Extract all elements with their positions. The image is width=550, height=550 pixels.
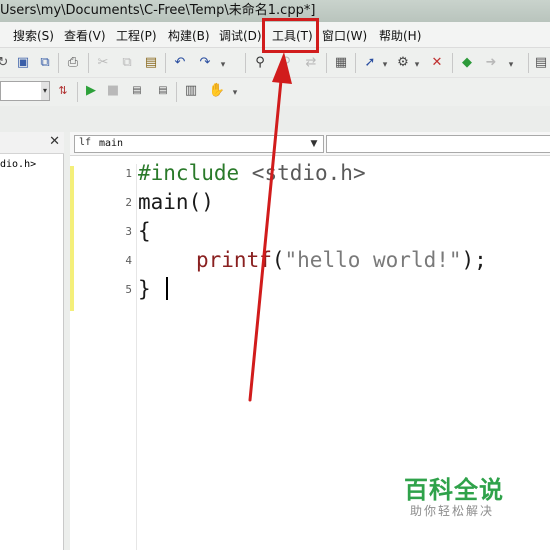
menu-debug[interactable]: 调试(D) bbox=[219, 27, 262, 44]
toolbar-separator bbox=[355, 53, 356, 73]
toolbar-separator bbox=[165, 53, 166, 73]
function-combo[interactable]: lf main ▼ bbox=[74, 135, 324, 153]
paren-token: ( bbox=[271, 248, 285, 272]
chevron-down-icon[interactable]: ▾ bbox=[41, 82, 49, 100]
code-editor[interactable]: 1 2 3 4 5 #include <stdio.h> main() { pr… bbox=[70, 156, 550, 550]
file-panel-header: ✕ bbox=[0, 132, 64, 154]
delete-bookmark-icon[interactable]: ✕ bbox=[428, 54, 446, 72]
line-number: 2 bbox=[125, 196, 132, 209]
compile-icon[interactable]: ⇅ bbox=[54, 82, 72, 100]
print-icon[interactable]: ⎙ bbox=[64, 54, 82, 72]
options-icon[interactable]: ▥ bbox=[182, 82, 200, 100]
forward-icon[interactable]: ➜ bbox=[482, 54, 500, 72]
menu-project[interactable]: 工程(P) bbox=[116, 27, 157, 44]
function-token: printf bbox=[196, 248, 272, 272]
toolbar-separator bbox=[77, 82, 78, 102]
copy-icon[interactable]: ⧉ bbox=[118, 54, 136, 72]
chevron-down-icon[interactable]: ▼ bbox=[307, 136, 321, 152]
find-next-icon[interactable]: ⚲ bbox=[277, 54, 295, 72]
menu-help[interactable]: 帮助(H) bbox=[379, 27, 421, 44]
toolbar-separator bbox=[326, 53, 327, 73]
preprocessor-token: #include bbox=[138, 161, 240, 185]
watermark-title: 百科全说 bbox=[404, 476, 504, 504]
toolbar-separator bbox=[88, 53, 89, 73]
editor-navigation-bar: lf main ▼ bbox=[70, 132, 550, 156]
replace-icon[interactable]: ⇄ bbox=[302, 54, 320, 72]
run-icon[interactable]: ▶ bbox=[82, 82, 100, 100]
toolbar-separator bbox=[452, 53, 453, 73]
line-number: 3 bbox=[125, 225, 132, 238]
code-line: #include <stdio.h> bbox=[138, 161, 366, 185]
rebuild-icon[interactable]: ▤ bbox=[154, 82, 172, 100]
chevron-down-icon[interactable]: ▾ bbox=[502, 56, 520, 74]
save-all-icon[interactable]: ⧉ bbox=[36, 54, 54, 72]
build-toolbar: ▾ ⇅ ▶ ■ ▤ ▤ ▥ ✋ ▾ bbox=[0, 78, 550, 106]
code-line: } bbox=[138, 277, 151, 301]
line-number: 1 bbox=[125, 167, 132, 180]
menu-search[interactable]: 搜索(S) bbox=[13, 27, 54, 44]
menu-build[interactable]: 构建(B) bbox=[168, 27, 210, 44]
menu-view[interactable]: 查看(V) bbox=[64, 27, 106, 44]
function-name: main bbox=[99, 138, 124, 149]
chevron-down-icon[interactable]: ▾ bbox=[376, 56, 394, 74]
file-panel: ✕ dio.h> bbox=[0, 132, 64, 550]
chevron-down-icon[interactable]: ▾ bbox=[214, 56, 232, 74]
find-icon[interactable]: ⚲ bbox=[251, 54, 269, 72]
paste-icon[interactable]: ▤ bbox=[142, 54, 160, 72]
punctuation-token: ); bbox=[461, 248, 487, 272]
redo-icon[interactable]: ↻ bbox=[0, 54, 12, 72]
watermark-subtitle: 助你轻松解决 bbox=[410, 504, 495, 518]
build-icon[interactable]: ▤ bbox=[128, 82, 146, 100]
hand-icon[interactable]: ✋ bbox=[208, 82, 226, 100]
function-icon: lf bbox=[79, 137, 92, 148]
chevron-down-icon[interactable]: ▾ bbox=[226, 84, 244, 102]
line-number: 5 bbox=[125, 283, 132, 296]
close-icon[interactable]: ✕ bbox=[49, 134, 60, 149]
toolbar-separator bbox=[245, 53, 246, 73]
toolbar-separator bbox=[58, 53, 59, 73]
code-line: main() bbox=[138, 190, 214, 214]
goto-icon[interactable]: ▦ bbox=[332, 54, 350, 72]
line-number: 4 bbox=[125, 254, 132, 267]
save-icon[interactable]: ▣ bbox=[14, 54, 32, 72]
code-line: { bbox=[138, 219, 151, 243]
menu-window[interactable]: 窗口(W) bbox=[322, 27, 367, 44]
string-literal: "hello world!" bbox=[284, 248, 462, 272]
cut-icon[interactable]: ✂ bbox=[94, 54, 112, 72]
config-dropdown[interactable]: ▾ bbox=[0, 81, 50, 101]
new-window-icon[interactable]: ▤ bbox=[532, 54, 550, 72]
menu-highlight-box bbox=[262, 18, 319, 53]
undo-icon[interactable]: ↶ bbox=[171, 54, 189, 72]
redo-arrow-icon[interactable]: ↷ bbox=[196, 54, 214, 72]
file-tree-item[interactable]: dio.h> bbox=[0, 159, 36, 170]
chevron-down-icon[interactable]: ▾ bbox=[408, 56, 426, 74]
include-path: <stdio.h> bbox=[239, 161, 366, 185]
code-line: printf("hello world!"); bbox=[196, 248, 487, 272]
back-icon[interactable]: ◆ bbox=[458, 54, 476, 72]
text-caret bbox=[166, 277, 168, 300]
stop-icon[interactable]: ■ bbox=[104, 82, 122, 100]
toolbar-separator bbox=[176, 82, 177, 102]
toolbar-separator bbox=[528, 53, 529, 73]
toolbar-dock-area bbox=[0, 106, 550, 132]
watermark-logo: 百科全说 助你轻松解决 bbox=[398, 470, 530, 530]
modified-lines-marker bbox=[70, 166, 74, 311]
secondary-combo[interactable] bbox=[326, 135, 550, 153]
gutter-separator bbox=[136, 164, 137, 550]
